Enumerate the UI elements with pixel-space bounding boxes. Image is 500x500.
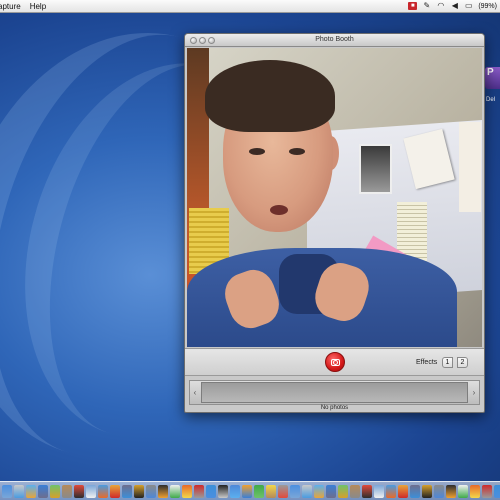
- menu-capture[interactable]: apture: [0, 2, 21, 11]
- illustrator-icon[interactable]: [482, 484, 492, 498]
- chess-icon[interactable]: [290, 484, 300, 498]
- terminal-icon[interactable]: [158, 484, 168, 498]
- garageband-icon[interactable]: [134, 484, 144, 498]
- textedit-icon[interactable]: [170, 484, 180, 498]
- photoshop-icon[interactable]: [470, 484, 480, 498]
- effects-page-1-button[interactable]: 1: [442, 357, 453, 368]
- image-capture-icon[interactable]: [314, 484, 324, 498]
- word-icon[interactable]: [410, 484, 420, 498]
- address-book-icon[interactable]: [62, 484, 72, 498]
- record-icon[interactable]: ■: [408, 2, 418, 10]
- grapher-icon[interactable]: [350, 484, 360, 498]
- person-eye: [249, 148, 265, 155]
- ichat-icon[interactable]: [50, 484, 60, 498]
- effects-label: Effects: [416, 359, 438, 366]
- photo-booth-window: Photo Booth Effects 1 2 ‹ › No photos: [184, 33, 485, 413]
- desktop-app-icon[interactable]: P: [485, 67, 500, 89]
- mail-icon[interactable]: [26, 484, 36, 498]
- finder-icon[interactable]: [2, 484, 12, 498]
- font-book-icon[interactable]: [302, 484, 312, 498]
- photo-strip[interactable]: [201, 382, 468, 403]
- keynote-icon[interactable]: [230, 484, 240, 498]
- desktop-icon-label: Del: [486, 97, 496, 103]
- camera-preview: [187, 48, 482, 347]
- acrobat-icon[interactable]: [458, 484, 468, 498]
- menu-extras: ■ ✎ ◠ ◀ ▭ (99%): [408, 2, 497, 10]
- app-store-icon[interactable]: [362, 484, 372, 498]
- vlc-icon[interactable]: [398, 484, 408, 498]
- stickies-icon[interactable]: [266, 484, 276, 498]
- script-icon[interactable]: ✎: [422, 2, 431, 10]
- system-preferences-icon[interactable]: [146, 484, 156, 498]
- entourage-icon[interactable]: [446, 484, 456, 498]
- dashboard-icon[interactable]: [14, 484, 24, 498]
- take-photo-button[interactable]: [325, 352, 345, 372]
- effects-page-2-button[interactable]: 2: [457, 357, 468, 368]
- menu-bar: apture Help ■ ✎ ◠ ◀ ▭ (99%): [0, 0, 500, 13]
- battery-percent: (99%): [478, 2, 497, 10]
- volume-icon[interactable]: ◀: [450, 2, 459, 10]
- activity-monitor-icon[interactable]: [338, 484, 348, 498]
- control-bar: Effects 1 2: [185, 348, 484, 376]
- preview-icon[interactable]: [86, 484, 96, 498]
- excel-icon[interactable]: [422, 484, 432, 498]
- firefox-icon[interactable]: [182, 484, 192, 498]
- ical-icon[interactable]: [74, 484, 84, 498]
- menu-help[interactable]: Help: [30, 2, 46, 11]
- camera-icon: [330, 358, 340, 366]
- person-mouth: [270, 205, 288, 215]
- dreamweaver-icon[interactable]: [494, 484, 500, 498]
- safari-icon[interactable]: [38, 484, 48, 498]
- dock: [0, 481, 500, 500]
- numbers-icon[interactable]: [254, 484, 264, 498]
- battery-icon[interactable]: ▭: [464, 2, 473, 10]
- photo-tray: ‹ ›: [189, 380, 480, 405]
- scroll-right-icon[interactable]: ›: [470, 386, 478, 400]
- dvd-player-icon[interactable]: [218, 484, 228, 498]
- window-titlebar[interactable]: Photo Booth: [185, 34, 484, 47]
- photo-count-status: No photos: [320, 405, 349, 411]
- calculator-icon[interactable]: [278, 484, 288, 498]
- window-title: Photo Booth: [315, 36, 354, 43]
- network-icon[interactable]: [326, 484, 336, 498]
- powerpoint-icon[interactable]: [434, 484, 444, 498]
- skype-icon[interactable]: [386, 484, 396, 498]
- pages-icon[interactable]: [242, 484, 252, 498]
- wifi-icon[interactable]: ◠: [436, 2, 445, 10]
- person-hair: [205, 60, 335, 132]
- quicktime-icon[interactable]: [206, 484, 216, 498]
- background-paper: [459, 122, 481, 212]
- person-eye: [289, 148, 305, 155]
- imovie-icon[interactable]: [122, 484, 132, 498]
- background-photo: [359, 144, 392, 194]
- menu-list: apture Help: [0, 2, 46, 11]
- iphoto-icon[interactable]: [110, 484, 120, 498]
- itunes-icon[interactable]: [98, 484, 108, 498]
- photo-booth-icon[interactable]: [194, 484, 204, 498]
- camino-icon[interactable]: [374, 484, 384, 498]
- scroll-left-icon[interactable]: ‹: [191, 386, 199, 400]
